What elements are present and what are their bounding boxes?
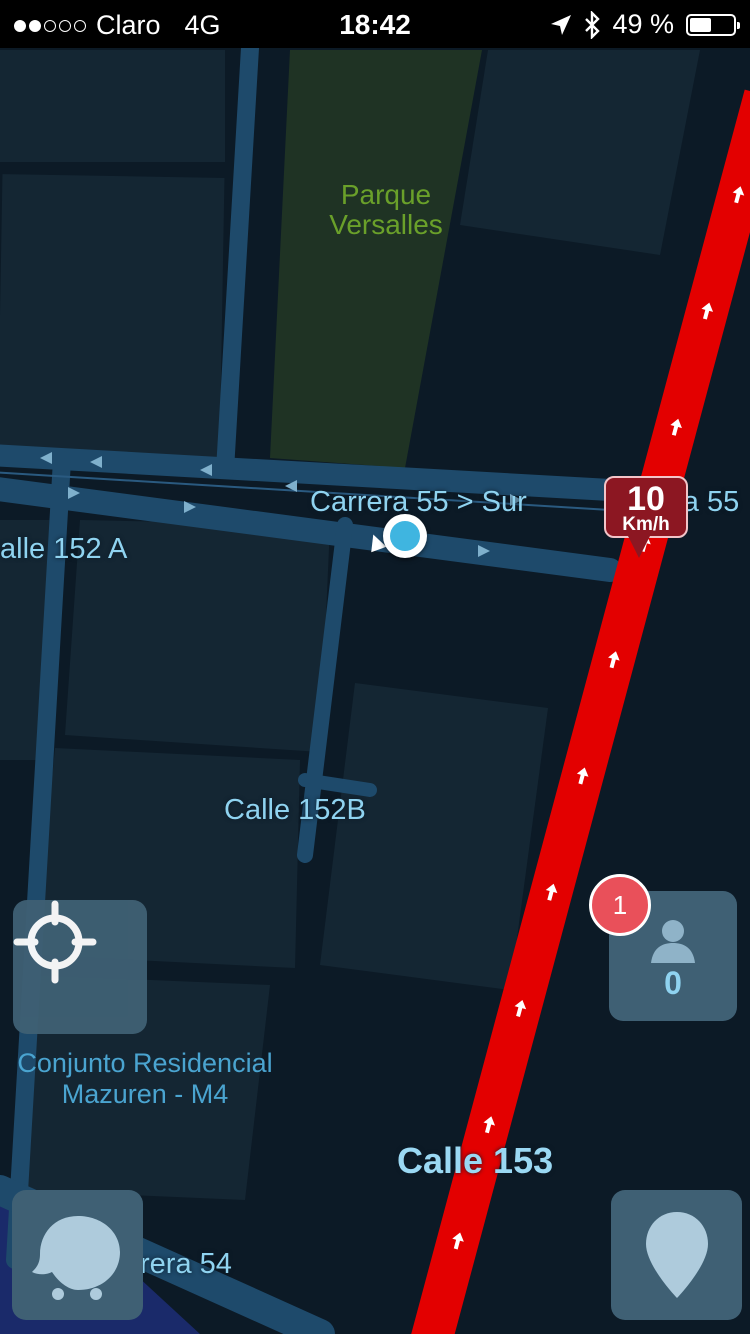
recenter-button[interactable]: [13, 900, 147, 1034]
street-label-calle-153: Calle 153: [397, 1140, 554, 1181]
park-name-line2: Versalles: [329, 209, 443, 240]
map-view[interactable]: Parque Versalles Carrera 55 > Sur era 55…: [0, 48, 750, 1334]
speed-sign-pointer: [628, 536, 650, 558]
speed-limit-sign[interactable]: 10 Km/h: [604, 476, 688, 538]
map-canvas[interactable]: [0, 48, 750, 1334]
map-pin-icon: [646, 1212, 708, 1298]
street-label-calle-152b: Calle 152B: [224, 794, 366, 826]
person-icon: [651, 920, 695, 963]
user-location-marker[interactable]: [383, 514, 427, 558]
speed-unit: Km/h: [622, 514, 670, 535]
status-bar: Claro 4G 18:42 49 %: [0, 0, 750, 48]
street-label-carrera-54: rera 54: [140, 1248, 232, 1280]
poi-name-line2: Mazuren - M4: [61, 1079, 229, 1109]
battery-icon: [686, 13, 740, 36]
crosshair-icon: [13, 900, 97, 984]
location-arrow-icon: [551, 14, 572, 35]
street-label-carrera-55-sur: Carrera 55 > Sur: [310, 486, 527, 518]
street-label-calle-152a: alle 152 A: [0, 533, 128, 565]
report-button[interactable]: [12, 1190, 143, 1320]
park-name-line1: Parque: [340, 179, 432, 210]
park-label: Parque Versalles: [316, 180, 456, 240]
waze-app: Claro 4G 18:42 49 % Parque Versalles Car…: [0, 0, 750, 1334]
search-destination-button[interactable]: [611, 1190, 742, 1320]
poi-label: Conjunto Residencial Mazuren - M4: [0, 1048, 290, 1110]
park-versalles: [270, 50, 482, 468]
waze-report-icon: [32, 1216, 120, 1300]
speed-value: 10: [627, 480, 665, 518]
notification-badge[interactable]: 1: [589, 874, 651, 936]
battery-percent: 49 %: [612, 9, 674, 39]
wazer-count: 0: [664, 965, 682, 1001]
bluetooth-icon: [585, 10, 601, 39]
poi-name-line1: Conjunto Residencial: [17, 1048, 273, 1078]
